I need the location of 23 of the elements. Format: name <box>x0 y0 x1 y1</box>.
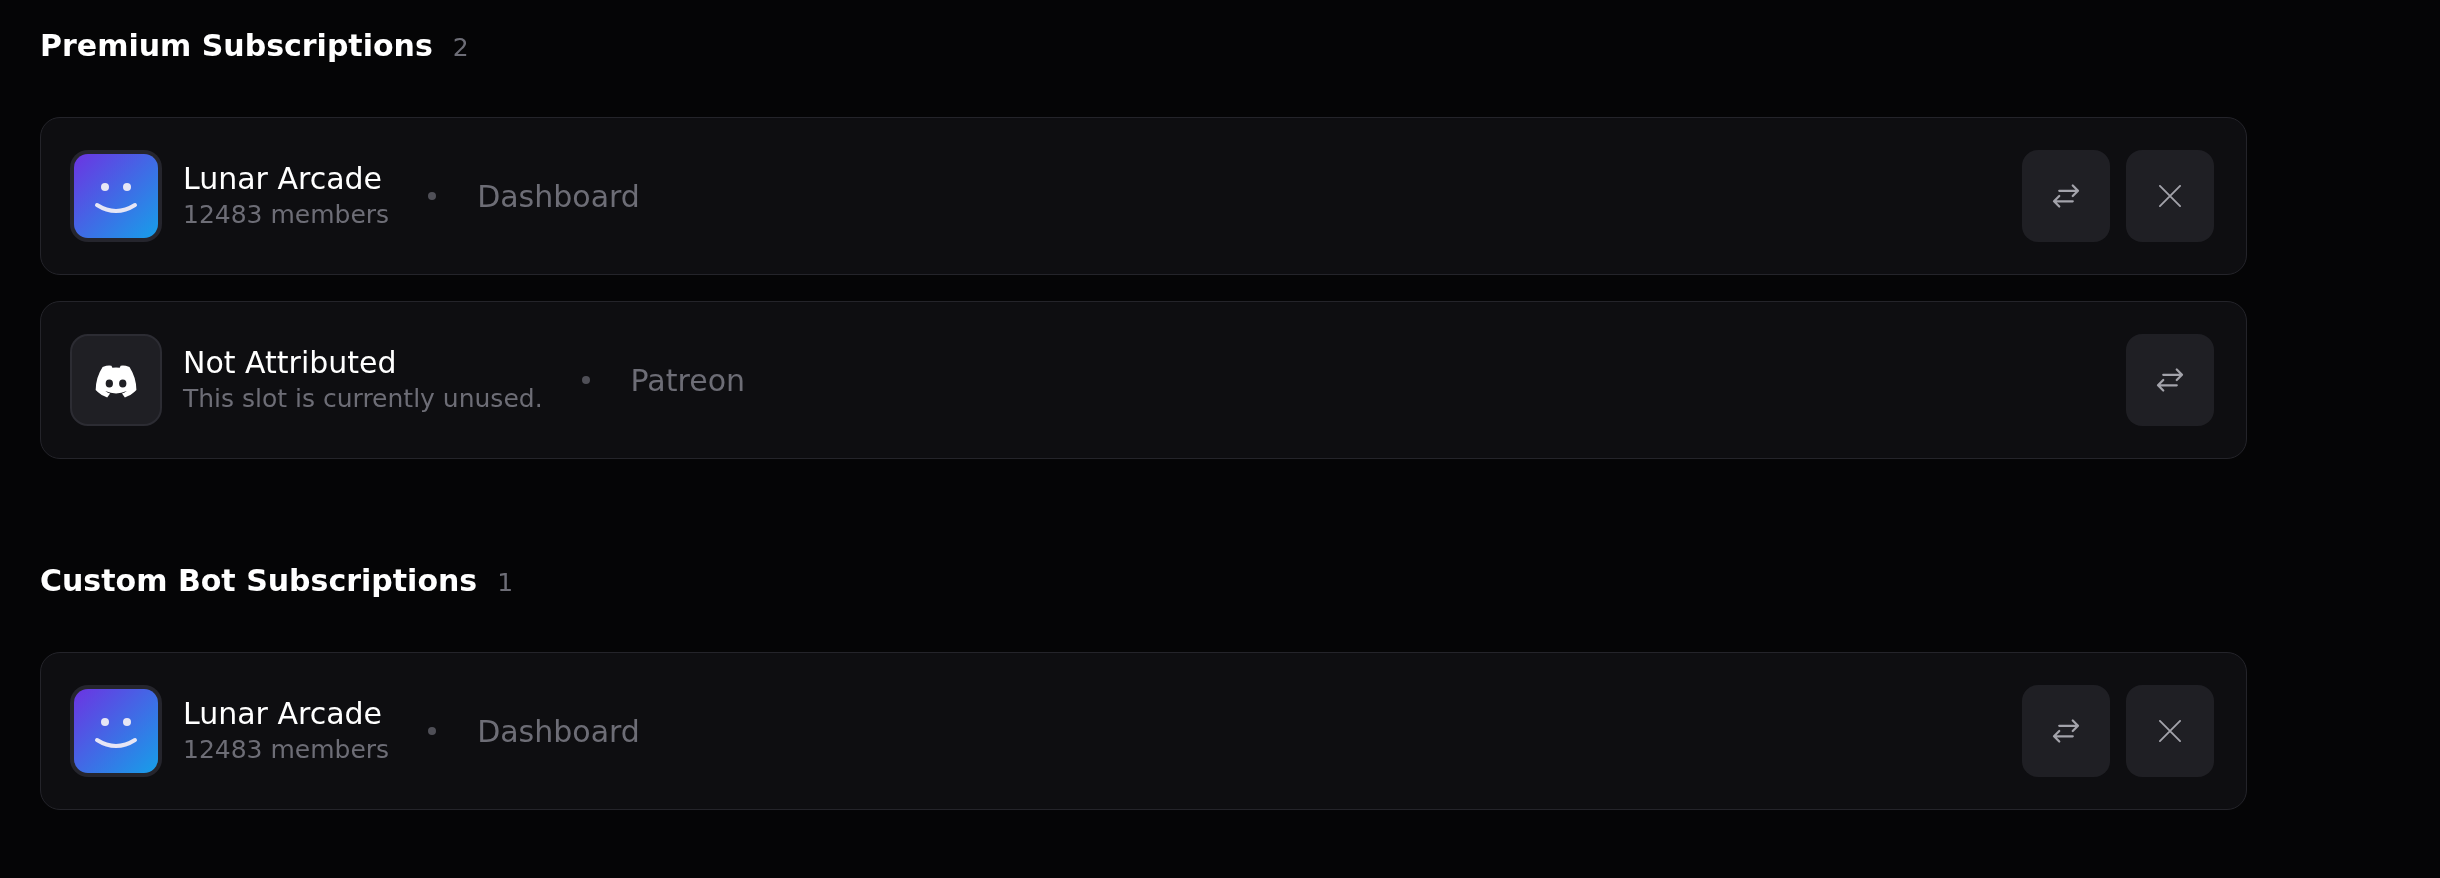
source-label: Dashboard <box>477 178 640 214</box>
transfer-button[interactable] <box>2126 334 2214 426</box>
separator-dot-icon <box>581 376 590 384</box>
source-label: Dashboard <box>477 713 640 749</box>
close-icon <box>2159 720 2181 742</box>
section-count: 2 <box>452 33 469 62</box>
close-icon <box>2159 185 2181 207</box>
server-name: Lunar Arcade <box>183 160 384 198</box>
remove-button[interactable] <box>2126 150 2214 242</box>
section-title: Custom Bot Subscriptions <box>40 563 478 599</box>
server-subtitle: 12483 members <box>183 734 390 766</box>
separator-dot-icon <box>428 727 437 735</box>
server-name: Not Attributed <box>183 344 398 382</box>
source-label: Patreon <box>630 362 745 398</box>
section-count: 1 <box>497 568 514 597</box>
section-title: Premium Subscriptions <box>40 28 433 64</box>
server-name: Lunar Arcade <box>183 695 384 733</box>
separator-dot-icon <box>428 192 437 200</box>
server-subtitle: 12483 members <box>183 199 390 231</box>
transfer-button[interactable] <box>2022 150 2110 242</box>
transfer-button[interactable] <box>2022 685 2110 777</box>
server-subtitle: This slot is currently unused. <box>183 383 543 415</box>
remove-button[interactable] <box>2126 685 2214 777</box>
